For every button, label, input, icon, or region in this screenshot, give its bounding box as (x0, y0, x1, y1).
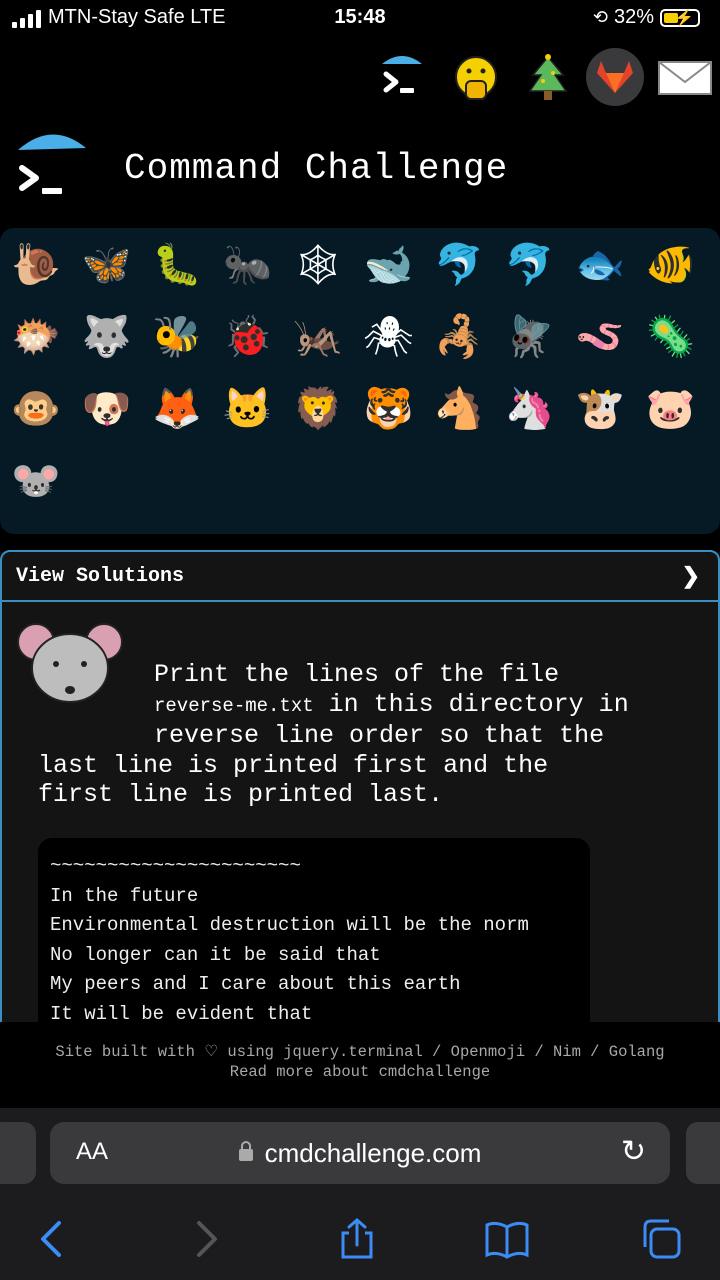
browser-address-bar: AA cmdchallenge.com ↻ (0, 1108, 720, 1198)
challenge-emoji-icon[interactable]: 🐯 (361, 380, 417, 436)
challenge-emoji-icon[interactable]: 🦂 (431, 308, 487, 364)
terminal-line: In the future (50, 884, 199, 907)
challenge-emoji-icon[interactable]: 🐟 (572, 236, 628, 292)
challenge-emoji-icon[interactable]: 🪱 (572, 308, 628, 364)
reload-icon[interactable]: ↻ (621, 1134, 646, 1169)
terminal-line: My peers and I care about this earth (50, 973, 461, 996)
terminal-line: Environmental destruction will be the no… (50, 914, 529, 937)
challenge-line-2-rest: in this directory in (313, 689, 629, 719)
top-nav-icons (360, 38, 720, 108)
status-bar: MTN-Stay Safe LTE 15:48 ⟲ 32% ⚡ (0, 0, 720, 38)
challenge-emoji-icon[interactable]: 🐜 (220, 236, 276, 292)
forward-icon[interactable] (182, 1214, 232, 1264)
challenge-emoji-icon[interactable]: 🐬 (502, 236, 558, 292)
challenge-description: Print the lines of the file reverse-me.t… (38, 660, 698, 810)
challenge-emoji-icon[interactable]: 🐱 (220, 380, 276, 436)
back-icon[interactable] (26, 1214, 76, 1264)
challenge-box: View Solutions ❯ Print the lines of the … (0, 550, 720, 1034)
challenge-emoji-icon[interactable]: 🐠 (643, 236, 699, 292)
battery-status: ⟲ 32% ⚡ (593, 6, 700, 29)
challenge-emoji-icon[interactable]: 🐮 (572, 380, 628, 436)
christmas-tree-icon[interactable] (522, 52, 574, 104)
page-title: Command Challenge (124, 148, 509, 189)
previous-tab-preview[interactable] (0, 1122, 36, 1184)
footer-credits[interactable]: Site built with ♡ using jquery.terminal … (0, 1042, 720, 1062)
next-tab-preview[interactable] (686, 1122, 720, 1184)
challenge-line-5: first line is printed last. (38, 780, 444, 809)
lock-icon (238, 1141, 253, 1161)
challenge-emoji-grid: 🐌 🦋 🐛 🐜 🕸 🐋 🐬 🐬 🐟 🐠 🐡 🐺 🐝 🐞 🦗 🕷 🦂 🪰 🪱 🦠 🐵 🐶 🦊 🐱 🦁 🐯 🐴 🦄 🐮 🐷 🐭 (0, 228, 720, 534)
url-field[interactable]: AA cmdchallenge.com ↻ (50, 1122, 670, 1184)
challenge-emoji-icon[interactable]: 🦊 (149, 380, 205, 436)
face-with-hand-over-mouth-icon[interactable] (450, 52, 502, 104)
challenge-emoji-icon[interactable]: 🦠 (643, 308, 699, 364)
challenge-emoji-icon[interactable]: 🐞 (220, 308, 276, 364)
filename-code: reverse-me.txt (154, 694, 314, 717)
challenge-emoji-icon[interactable]: 🐝 (149, 308, 205, 364)
file-contents-terminal: ~~~~~~~~~~~~~~~~~~~~~~ In the future Env… (38, 838, 590, 1032)
challenge-emoji-icon[interactable]: 🐬 (431, 236, 487, 292)
view-solutions-label: View Solutions (16, 564, 185, 588)
challenge-emoji-icon[interactable]: 🐛 (149, 236, 205, 292)
view-solutions-bar[interactable]: View Solutions ❯ (2, 552, 718, 602)
challenge-emoji-icon[interactable]: 🐺 (79, 308, 135, 364)
battery-percent: 32% (613, 6, 654, 28)
challenge-line-2: reverse-me.txt in this directory in (38, 690, 698, 722)
url-text[interactable]: cmdchallenge.com (50, 1138, 670, 1169)
share-icon[interactable] (332, 1214, 382, 1264)
terminal-icon[interactable] (376, 52, 428, 104)
chevron-right-icon: ❯ (681, 563, 700, 588)
challenge-line-3: reverse line order so that the (154, 721, 605, 750)
battery-icon: ⚡ (660, 8, 700, 27)
site-footer: Site built with ♡ using jquery.terminal … (0, 1022, 720, 1108)
challenge-line-1: Print the lines of the file (154, 660, 560, 689)
challenge-emoji-icon[interactable]: 🦗 (290, 308, 346, 364)
browser-toolbar (0, 1198, 720, 1280)
challenge-emoji-icon[interactable]: 🦋 (79, 236, 135, 292)
challenge-emoji-icon[interactable]: 🐋 (361, 236, 417, 292)
challenge-emoji-icon[interactable]: 🦄 (502, 380, 558, 436)
bookmarks-icon[interactable] (482, 1214, 532, 1264)
tabs-icon[interactable] (636, 1214, 686, 1264)
challenge-emoji-icon[interactable]: 🦁 (290, 380, 346, 436)
terminal-logo-icon[interactable] (16, 120, 88, 200)
terminal-line: ~~~~~~~~~~~~~~~~~~~~~~ (50, 855, 301, 877)
challenge-emoji-icon[interactable]: 🐌 (8, 236, 64, 292)
challenge-emoji-icon[interactable]: 🐷 (643, 380, 699, 436)
challenge-emoji-icon[interactable]: 🪰 (502, 308, 558, 364)
challenge-emoji-icon[interactable]: 🐡 (8, 308, 64, 364)
challenge-emoji-icon[interactable]: 🕷 (361, 308, 417, 364)
orientation-lock-icon: ⟲ (592, 7, 608, 27)
challenge-emoji-icon[interactable]: 🐭 (8, 452, 64, 508)
terminal-line: No longer can it be said that (50, 943, 381, 966)
challenge-emoji-icon[interactable]: 🐴 (431, 380, 487, 436)
site-header: Command Challenge (0, 110, 720, 220)
challenge-emoji-icon[interactable]: 🐶 (79, 380, 135, 436)
challenge-line-4: last line is printed first and the (38, 750, 549, 780)
envelope-icon[interactable] (656, 52, 714, 104)
challenge-emoji-icon[interactable]: 🕸 (290, 236, 346, 292)
challenge-emoji-icon[interactable]: 🐵 (8, 380, 64, 436)
footer-read-more-link[interactable]: Read more about cmdchallenge (0, 1062, 720, 1082)
gitlab-icon[interactable] (586, 48, 644, 106)
